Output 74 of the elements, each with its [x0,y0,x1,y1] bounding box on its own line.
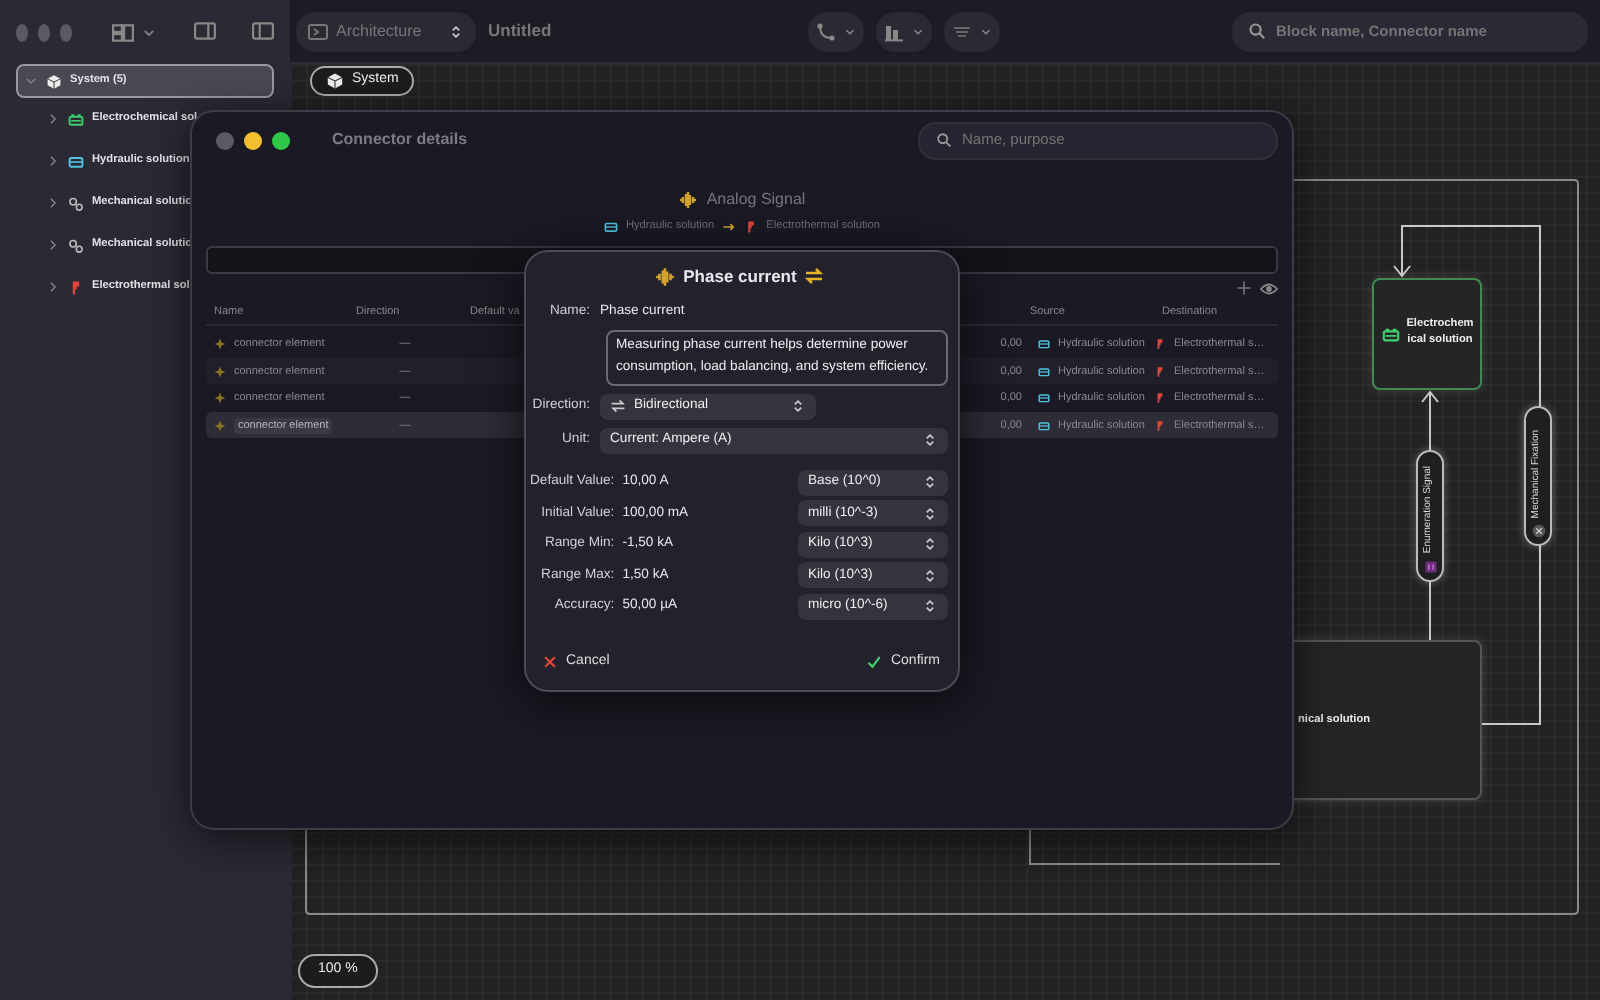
window-control-dot[interactable] [59,23,72,41]
battery-icon [1382,325,1400,343]
gears-icon [68,195,84,211]
chevron-icon[interactable] [46,196,60,210]
layout-icon [112,21,135,43]
diamond-icon [214,419,226,432]
tank-icon [1038,365,1050,378]
swap-icon [804,266,825,287]
caret-icon [980,25,992,37]
connector-style-icon [816,21,836,41]
window-title: Untitled [488,18,552,44]
caret-icon [142,25,157,39]
plug-icon [1154,392,1166,405]
updown-icon [922,598,938,615]
updown-icon [448,23,464,39]
dialog-title: Phase current [683,264,797,290]
gears-icon [68,237,84,253]
toolbar-menu-button[interactable] [808,11,864,51]
close-icon [542,653,558,670]
chart-icon [884,21,904,41]
diamond-icon [214,338,226,351]
plug-icon [1154,365,1166,378]
plug-icon [68,279,84,295]
window-title: Connector details [332,128,470,152]
plug-icon [1154,338,1166,351]
updown-icon [790,398,806,415]
swap-icon [610,398,626,415]
plug-icon [744,219,759,234]
tank-icon [1038,338,1050,351]
chevron-icon[interactable] [24,74,38,88]
layout-menu-button[interactable] [112,21,157,43]
search-icon [1248,22,1266,40]
list-icon [952,21,972,41]
window-control-dot[interactable] [216,131,234,149]
signal-icon [678,190,699,210]
panel-icon [194,20,217,43]
diamond-icon [214,365,226,378]
cross-icon [1531,524,1545,538]
arrow-icon [722,219,737,234]
caret-icon [844,25,856,37]
window-control-dot[interactable] [37,23,50,41]
search-icon [936,132,952,148]
cube-icon [46,73,62,89]
chevron-icon[interactable] [46,280,60,294]
window-control-dot[interactable] [272,131,290,149]
toolbar-menu-button[interactable] [944,11,1000,51]
plug-icon [1154,419,1166,432]
check-icon [866,653,883,670]
updown-icon [922,536,938,553]
window-control-dot[interactable] [16,23,28,41]
chevron-icon[interactable] [46,112,60,126]
eye-icon [1260,280,1278,299]
battery-icon [68,111,84,127]
plus-icon [1236,280,1252,297]
updown-icon [922,432,938,449]
signal-title: Analog Signal [706,188,806,212]
chevron-icon[interactable] [46,154,60,168]
updown-icon [922,474,938,491]
diamond-icon [214,392,226,405]
pause-icon [1423,560,1437,574]
updown-icon [922,567,938,584]
tank-icon [603,219,618,234]
cube-icon [326,72,344,90]
tank-icon [1038,392,1050,405]
window-control-dot[interactable] [244,131,262,149]
updown-icon [922,505,938,522]
tank-icon [1038,419,1050,432]
caret-icon [912,25,924,37]
tank-icon [68,153,84,169]
sidebar-icon [252,20,275,43]
architecture-icon [308,21,328,41]
signal-icon [653,265,676,288]
chevron-icon[interactable] [46,238,60,252]
toolbar-menu-button[interactable] [876,11,932,51]
